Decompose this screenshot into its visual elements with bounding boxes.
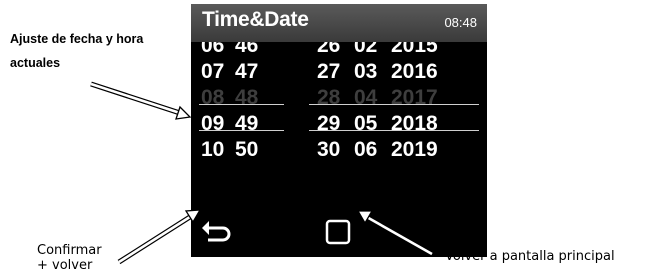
clock: 08:48 (444, 15, 477, 30)
picker-hour[interactable]: 10 (201, 138, 224, 162)
time-selection-line-bottom (199, 130, 284, 131)
navigation-bar (191, 211, 487, 257)
picker-year[interactable]: 2019 (391, 138, 438, 162)
picker-minute[interactable]: 50 (235, 138, 258, 162)
picker-minute-selected[interactable]: 48 (235, 86, 258, 110)
picker-year[interactable]: 2015 (391, 42, 438, 58)
square-home-icon (325, 219, 351, 245)
time-selection-line-top (199, 104, 284, 105)
picker-month[interactable]: 05 (354, 112, 377, 136)
date-selection-line-top (309, 104, 479, 105)
picker-month[interactable]: 03 (354, 60, 377, 84)
picker-day[interactable]: 30 (317, 138, 340, 162)
annotation-date-time: Ajuste de fecha y hora actuales (10, 27, 143, 75)
picker-year[interactable]: 2018 (391, 112, 438, 136)
picker-month-selected[interactable]: 04 (354, 86, 377, 110)
picker-row[interactable]: 06 46 26 02 2015 (191, 42, 487, 60)
title-bar: Time&Date 08:48 (191, 4, 487, 42)
picker-minute[interactable]: 46 (235, 42, 258, 58)
annotation-confirm-line2: + volver (37, 258, 93, 273)
picker-hour[interactable]: 06 (201, 42, 224, 58)
picker-minute[interactable]: 47 (235, 60, 258, 84)
picker-day[interactable]: 27 (317, 60, 340, 84)
picker-day-selected[interactable]: 28 (317, 86, 340, 110)
picker-month[interactable]: 06 (354, 138, 377, 162)
device-screen: Time&Date 08:48 06 46 26 02 2015 07 47 2… (191, 4, 487, 257)
back-arrow-icon (202, 221, 231, 242)
picker-minute[interactable]: 49 (235, 112, 258, 136)
picker-hour[interactable]: 07 (201, 60, 224, 84)
arrow-to-back-button (117, 209, 202, 265)
picker-row[interactable]: 07 47 27 03 2016 (191, 60, 487, 86)
home-button[interactable] (323, 217, 353, 247)
back-button[interactable] (199, 215, 233, 249)
annotation-date-time-line1: Ajuste de fecha y hora (10, 32, 144, 46)
picker-hour[interactable]: 09 (201, 112, 224, 136)
picker-row-selected[interactable]: 08 48 28 04 2017 (191, 86, 487, 112)
app-title: Time&Date (202, 8, 309, 31)
picker-row[interactable]: 10 50 30 06 2019 (191, 138, 487, 164)
picker-year-selected[interactable]: 2017 (391, 86, 438, 110)
picker-day[interactable]: 26 (317, 42, 340, 58)
arrow-to-picker (90, 81, 192, 120)
picker-hour-selected[interactable]: 08 (201, 86, 224, 110)
annotation-date-time-line2: actuales (10, 56, 61, 70)
picker-row[interactable]: 09 49 29 05 2018 (191, 112, 487, 138)
date-selection-line-bottom (309, 130, 479, 131)
picker-month[interactable]: 02 (354, 42, 377, 58)
annotation-confirm-back: Confirmar + volver (37, 243, 102, 273)
date-time-picker[interactable]: 06 46 26 02 2015 07 47 27 03 2016 08 48 … (191, 42, 487, 174)
annotation-confirm-line1: Confirmar (37, 243, 102, 258)
picker-day[interactable]: 29 (317, 112, 340, 136)
picker-year[interactable]: 2016 (391, 60, 438, 84)
